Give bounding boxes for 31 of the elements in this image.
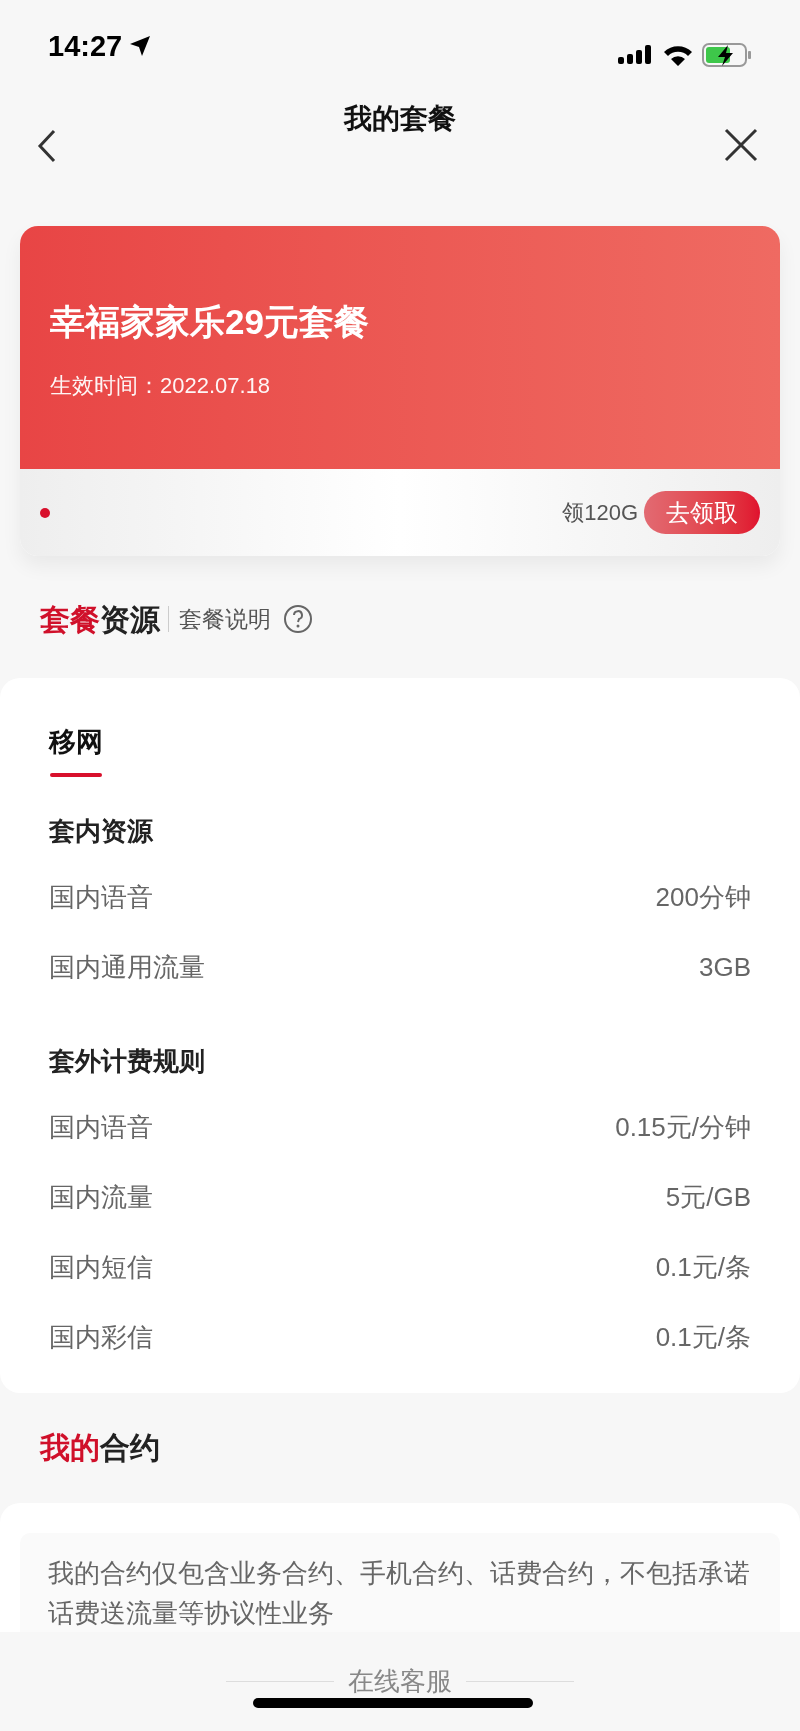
resource-value: 0.1元/条 bbox=[655, 1251, 751, 1284]
resource-label: 国内语音 bbox=[49, 881, 153, 914]
help-icon[interactable] bbox=[283, 604, 313, 634]
resource-value: 200分钟 bbox=[655, 881, 751, 914]
resource-label: 国内语音 bbox=[49, 1111, 153, 1144]
group-title: 套内资源 bbox=[49, 815, 154, 848]
effective-date: 生效时间：2022.07.18 bbox=[50, 371, 272, 400]
resource-label: 国内短信 bbox=[49, 1251, 153, 1284]
section-heading: 我的合约 bbox=[40, 1430, 160, 1466]
status-time: 14:27 bbox=[48, 28, 123, 64]
promo-text: 领120G bbox=[562, 499, 638, 527]
page-title: 我的套餐 bbox=[342, 102, 457, 136]
section-heading: 套餐资源 bbox=[40, 601, 160, 638]
close-icon[interactable] bbox=[724, 128, 758, 162]
group-title: 套外计费规则 bbox=[49, 1045, 206, 1078]
plan-name: 幸福家家乐29元套餐 bbox=[50, 301, 370, 343]
resource-tab[interactable]: 移网 bbox=[49, 722, 103, 777]
claim-button[interactable]: 去领取 bbox=[644, 491, 760, 534]
wifi-icon bbox=[662, 43, 694, 67]
resource-label: 国内流量 bbox=[49, 1181, 153, 1214]
resource-value: 5元/GB bbox=[665, 1181, 751, 1214]
resource-value: 0.1元/条 bbox=[655, 1321, 751, 1354]
resource-value: 3GB bbox=[698, 951, 751, 984]
resource-label: 国内通用流量 bbox=[49, 951, 205, 984]
battery-icon bbox=[702, 42, 752, 68]
resource-label: 国内彩信 bbox=[49, 1321, 153, 1354]
signal-icon bbox=[618, 43, 654, 67]
back-icon[interactable] bbox=[36, 128, 58, 164]
plan-info-link[interactable]: 套餐说明 bbox=[179, 601, 271, 637]
resource-value: 0.15元/分钟 bbox=[615, 1111, 751, 1144]
contract-note: 我的合约仅包含业务合约、手机合约、话费合约，不包括承诺话费送流量等协议性业务 bbox=[48, 1556, 751, 1630]
